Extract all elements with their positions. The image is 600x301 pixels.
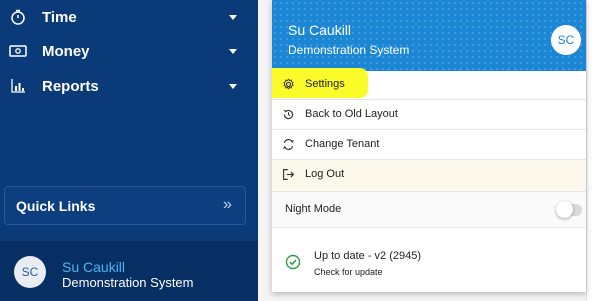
gear-icon	[281, 77, 295, 91]
swap-icon	[281, 137, 295, 151]
nav-item-reports[interactable]: Reports	[0, 69, 258, 103]
sidebar: Time Money Reports Quick Links » SC Su C…	[0, 0, 258, 301]
quick-links-label: Quick Links	[16, 198, 96, 214]
nav-label-reports: Reports	[42, 77, 99, 95]
nav-label-time: Time	[42, 8, 77, 26]
chevron-down-icon	[229, 48, 237, 54]
right-panel	[586, 0, 600, 301]
check-for-update-link[interactable]: Check for update	[314, 267, 383, 277]
money-icon	[9, 42, 27, 60]
stopwatch-icon	[9, 8, 27, 26]
menu-item-label: Change Tenant	[305, 138, 380, 150]
system-name: Demonstration System	[288, 43, 410, 57]
user-name: Su Caukill	[62, 259, 126, 275]
user-name: Su Caukill	[288, 22, 352, 38]
check-circle-icon	[285, 254, 301, 270]
menu-item-label: Settings	[305, 78, 345, 90]
chevron-down-icon	[229, 83, 237, 89]
double-chevron-right-icon: »	[223, 196, 232, 213]
version-status: Up to date - v2 (2945)	[314, 250, 422, 262]
update-status: Up to date - v2 (2945) Check for update	[272, 240, 586, 284]
menu-item-back-to-old-layout[interactable]: Back to Old Layout	[272, 100, 586, 130]
night-mode-row: Night Mode	[272, 192, 586, 228]
menu-item-settings[interactable]: Settings	[272, 70, 586, 100]
menu-item-label: Log Out	[305, 168, 345, 180]
logout-icon	[281, 167, 295, 181]
menu-item-log-out[interactable]: Log Out	[272, 160, 586, 192]
nav-item-time[interactable]: Time	[0, 0, 258, 34]
chevron-down-icon	[229, 14, 237, 20]
avatar: SC	[551, 25, 581, 55]
nav-item-money[interactable]: Money	[0, 34, 258, 68]
toggle-knob[interactable]	[556, 201, 573, 218]
menu-item-label: Back to Old Layout	[305, 108, 398, 120]
sidebar-user[interactable]: SC Su Caukill Demonstration System	[0, 241, 258, 301]
system-name: Demonstration System	[62, 275, 194, 290]
nav-label-money: Money	[42, 42, 90, 60]
bar-chart-icon	[9, 77, 27, 95]
avatar: SC	[14, 256, 46, 288]
user-menu: Su Caukill Demonstration System SC Setti…	[272, 0, 586, 292]
user-menu-header: Su Caukill Demonstration System SC	[272, 0, 586, 71]
night-mode-label: Night Mode	[285, 203, 342, 215]
history-icon	[281, 107, 295, 121]
menu-item-change-tenant[interactable]: Change Tenant	[272, 130, 586, 160]
quick-links-button[interactable]: Quick Links »	[4, 186, 246, 225]
